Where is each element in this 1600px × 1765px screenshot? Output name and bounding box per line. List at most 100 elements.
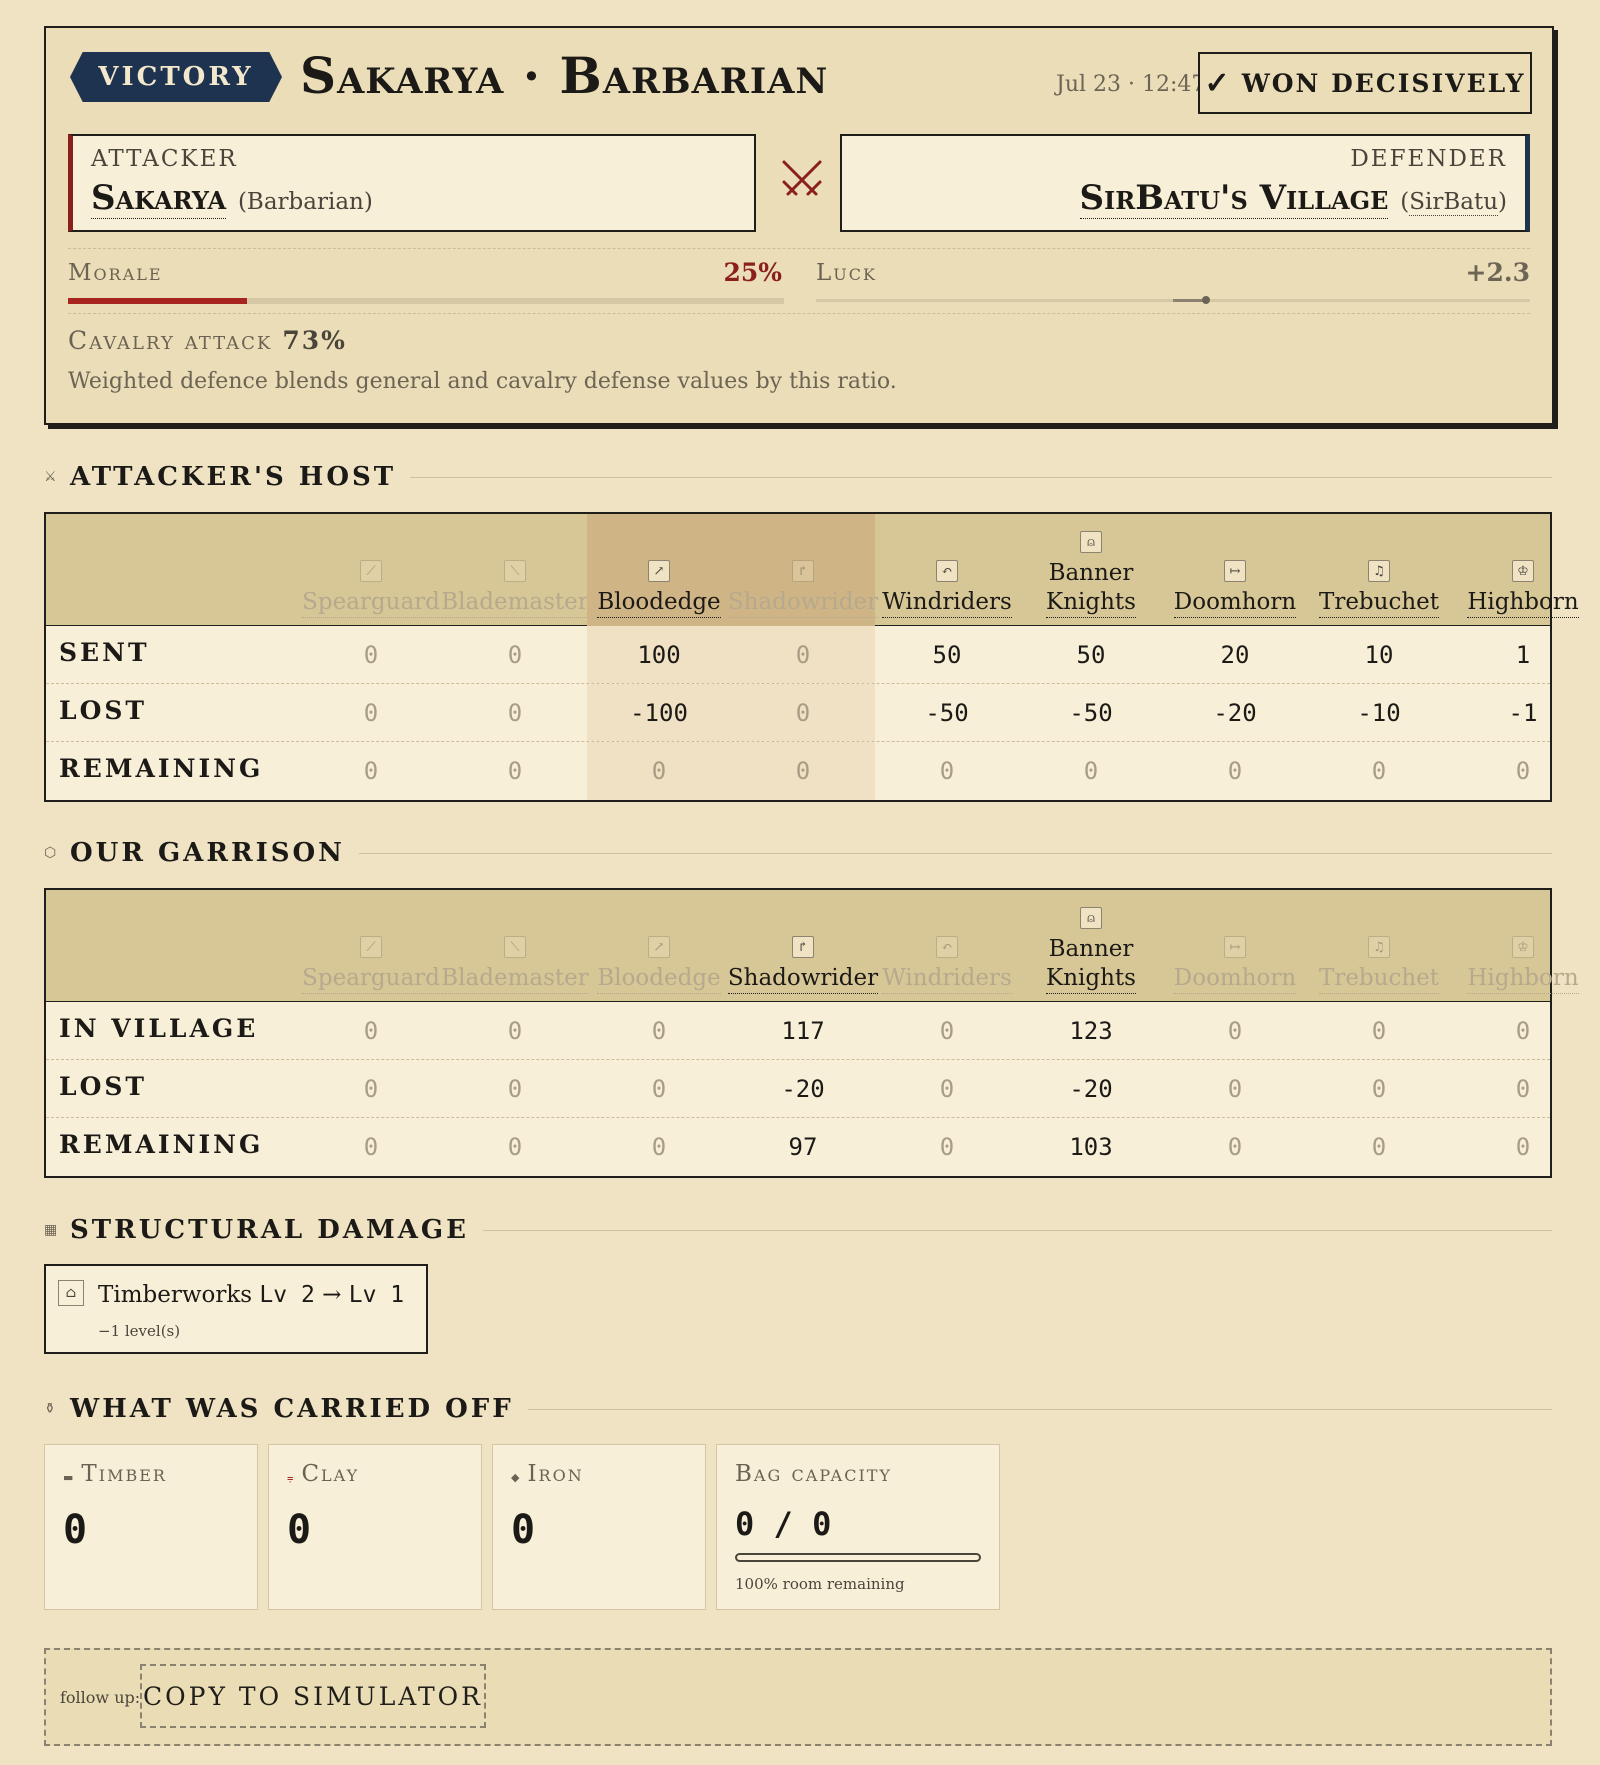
row-label: REMAINING [59,1130,264,1159]
unit-count-cell: -20 [781,1074,825,1103]
clay-value: 0 [287,1507,312,1553]
unit-count-cell: 103 [1069,1133,1113,1161]
bag-capacity-label: Bag capacity [735,1461,892,1487]
unit-name-link[interactable]: Blademaster [441,964,589,994]
unit-name-link[interactable]: Shadowrider [727,588,879,618]
unit-name-link[interactable]: Shadowrider [727,964,879,994]
garrison-section-header: ⬡ OUR GARRISON [44,836,1552,870]
divider [68,313,1530,314]
table-row: REMAINING 0 0 0 0 0 0 0 0 0 [46,742,1550,800]
unit-name-link[interactable]: Doomhorn [1173,588,1297,618]
unit-count-cell: 0 [363,1133,379,1161]
defender-owner: (SirBatu) [1400,189,1507,216]
structural-damage-card: ⌂ Timberworks Lv 2 → Lv 1 −1 level(s) [44,1264,428,1354]
unit-count-cell: 0 [651,1016,667,1045]
unit-name-link[interactable]: Bloodedge [597,588,721,618]
attacker-owner: (Barbarian) [237,189,373,215]
unit-name-link[interactable]: Spearguard [302,964,440,994]
sword-icon: ⟍ [504,560,526,582]
unit-name-link[interactable]: Highborn [1467,588,1579,618]
unit-column-header: ↱ Shadowrider [727,890,879,1002]
sack-icon: ⚱ [44,1401,56,1417]
bag-capacity-card: Bag capacity 0 / 0 100% room remaining [716,1444,1000,1610]
morale-label: Morale [68,260,163,286]
morale-bar-fill [68,298,247,304]
unit-count-cell: -20 [1213,698,1257,727]
unit-name-link[interactable]: Spearguard [302,588,440,618]
building-icon: ⌂ [58,1280,84,1306]
defender-label: DEFENDER [1350,146,1507,172]
ram-icon: ↦ [1224,560,1246,582]
unit-count-cell: 0 [1083,757,1099,785]
unit-count-cell: 0 [507,1133,523,1161]
structural-section-header: ▦ STRUCTURAL DAMAGE [44,1213,1552,1247]
wall-icon: ▦ [44,1222,58,1238]
attacker-name-line: Sakarya (Barbarian) [91,178,373,219]
unit-column-header: ↶ Windriders [875,890,1019,1002]
unit-name-link[interactable]: Highborn [1467,964,1579,994]
garrison-table: ⟋ Spearguard ⟍ Blademaster ↗ Bloodedge ↱ Shadow… [44,888,1579,1178]
bag-capacity-note: 100% room remaining [735,1575,905,1593]
unit-column-header: ↦ Doomhorn [1163,890,1307,1002]
unit-count-cell: 50 [1076,640,1106,669]
crossed-swords-icon [782,160,822,196]
unit-count-cell: 0 [651,1074,667,1103]
table-row: LOST 0 0 -100 0 -50 -50 -20 -10 -1 [46,684,1550,742]
axe-icon: ↗ [648,560,670,582]
unit-column-header: ↦ Doomhorn [1163,514,1307,626]
defender-owner-link[interactable]: SirBatu [1409,189,1499,216]
unit-name-link[interactable]: Banner Knights [1046,559,1136,618]
table-row: REMAINING 0 0 0 97 0 103 0 0 0 [46,1118,1550,1176]
unit-count-cell: 0 [939,757,955,785]
unit-count-cell: 0 [1515,1016,1531,1045]
unit-count-cell: 0 [507,640,523,669]
unit-count-cell: 0 [1227,1133,1243,1161]
unit-name-link[interactable]: Windriders [882,588,1012,618]
unit-count-cell: 0 [1515,1074,1531,1103]
crown-icon: ♔ [1512,936,1534,958]
cavalry-attack-line: Cavalry attack 73% [68,326,347,355]
axe-icon: ↗ [648,936,670,958]
unit-column-header: ⍝ Banner Knights [1019,890,1163,1002]
windrider-icon: ↶ [936,936,958,958]
sword-icon: ⟍ [504,936,526,958]
unit-count-cell: -20 [1069,1074,1113,1103]
unit-count-cell: 0 [1227,1074,1243,1103]
unit-count-cell: 0 [731,742,875,800]
unit-name-link[interactable]: Banner Knights [1046,935,1136,994]
unit-name-link[interactable]: Doomhorn [1173,964,1297,994]
unit-column-header: ♔ Highborn [1451,890,1595,1002]
unit-name-link[interactable]: Trebuchet [1318,964,1440,994]
clay-icon: ⩦ [287,1471,296,1484]
unit-column-header: ⟍ Blademaster [441,514,589,626]
unit-name-link[interactable]: Trebuchet [1318,588,1440,618]
unit-count-cell: -10 [1357,698,1401,727]
unit-count-cell: 123 [1069,1016,1113,1045]
checkmark-icon: ✓ [1204,65,1232,101]
unit-count-cell: 0 [507,1016,523,1045]
unit-column-header: ⟋ Spearguard [299,890,443,1002]
unit-column-header: ⍝ Banner Knights [1019,514,1163,626]
report-timestamp: Jul 23 · 12:47 [1056,72,1206,97]
copy-to-simulator-button[interactable]: COPY TO SIMULATOR [140,1664,486,1728]
defender-card: DEFENDER SirBatu's Village (SirBatu) [840,134,1530,232]
timber-label-line: ▬ Timber [63,1461,167,1487]
unit-name-link[interactable]: Bloodedge [597,964,721,994]
attacker-name-link[interactable]: Sakarya [91,178,227,219]
unit-name-link[interactable]: Windriders [882,964,1012,994]
bag-capacity-bar [735,1553,981,1562]
iron-label: Iron [527,1461,584,1487]
unit-name-link[interactable]: Blademaster [441,588,589,618]
unit-count-cell: 0 [939,1016,955,1045]
loot-timber-card: ▬ Timber 0 [44,1444,258,1610]
section-rule [358,852,1552,854]
victory-badge: VICTORY [70,52,282,102]
unit-count-cell: 1 [1515,640,1531,669]
spear-icon: ⟋ [360,936,382,958]
defender-name-link[interactable]: SirBatu's Village [1079,178,1389,219]
clay-label: Clay [301,1461,360,1487]
garrison-title: OUR GARRISON [70,838,345,868]
unit-count-cell: 0 [731,684,875,741]
iron-icon: ◆ [511,1471,522,1484]
building-delta: −1 level(s) [98,1322,181,1340]
